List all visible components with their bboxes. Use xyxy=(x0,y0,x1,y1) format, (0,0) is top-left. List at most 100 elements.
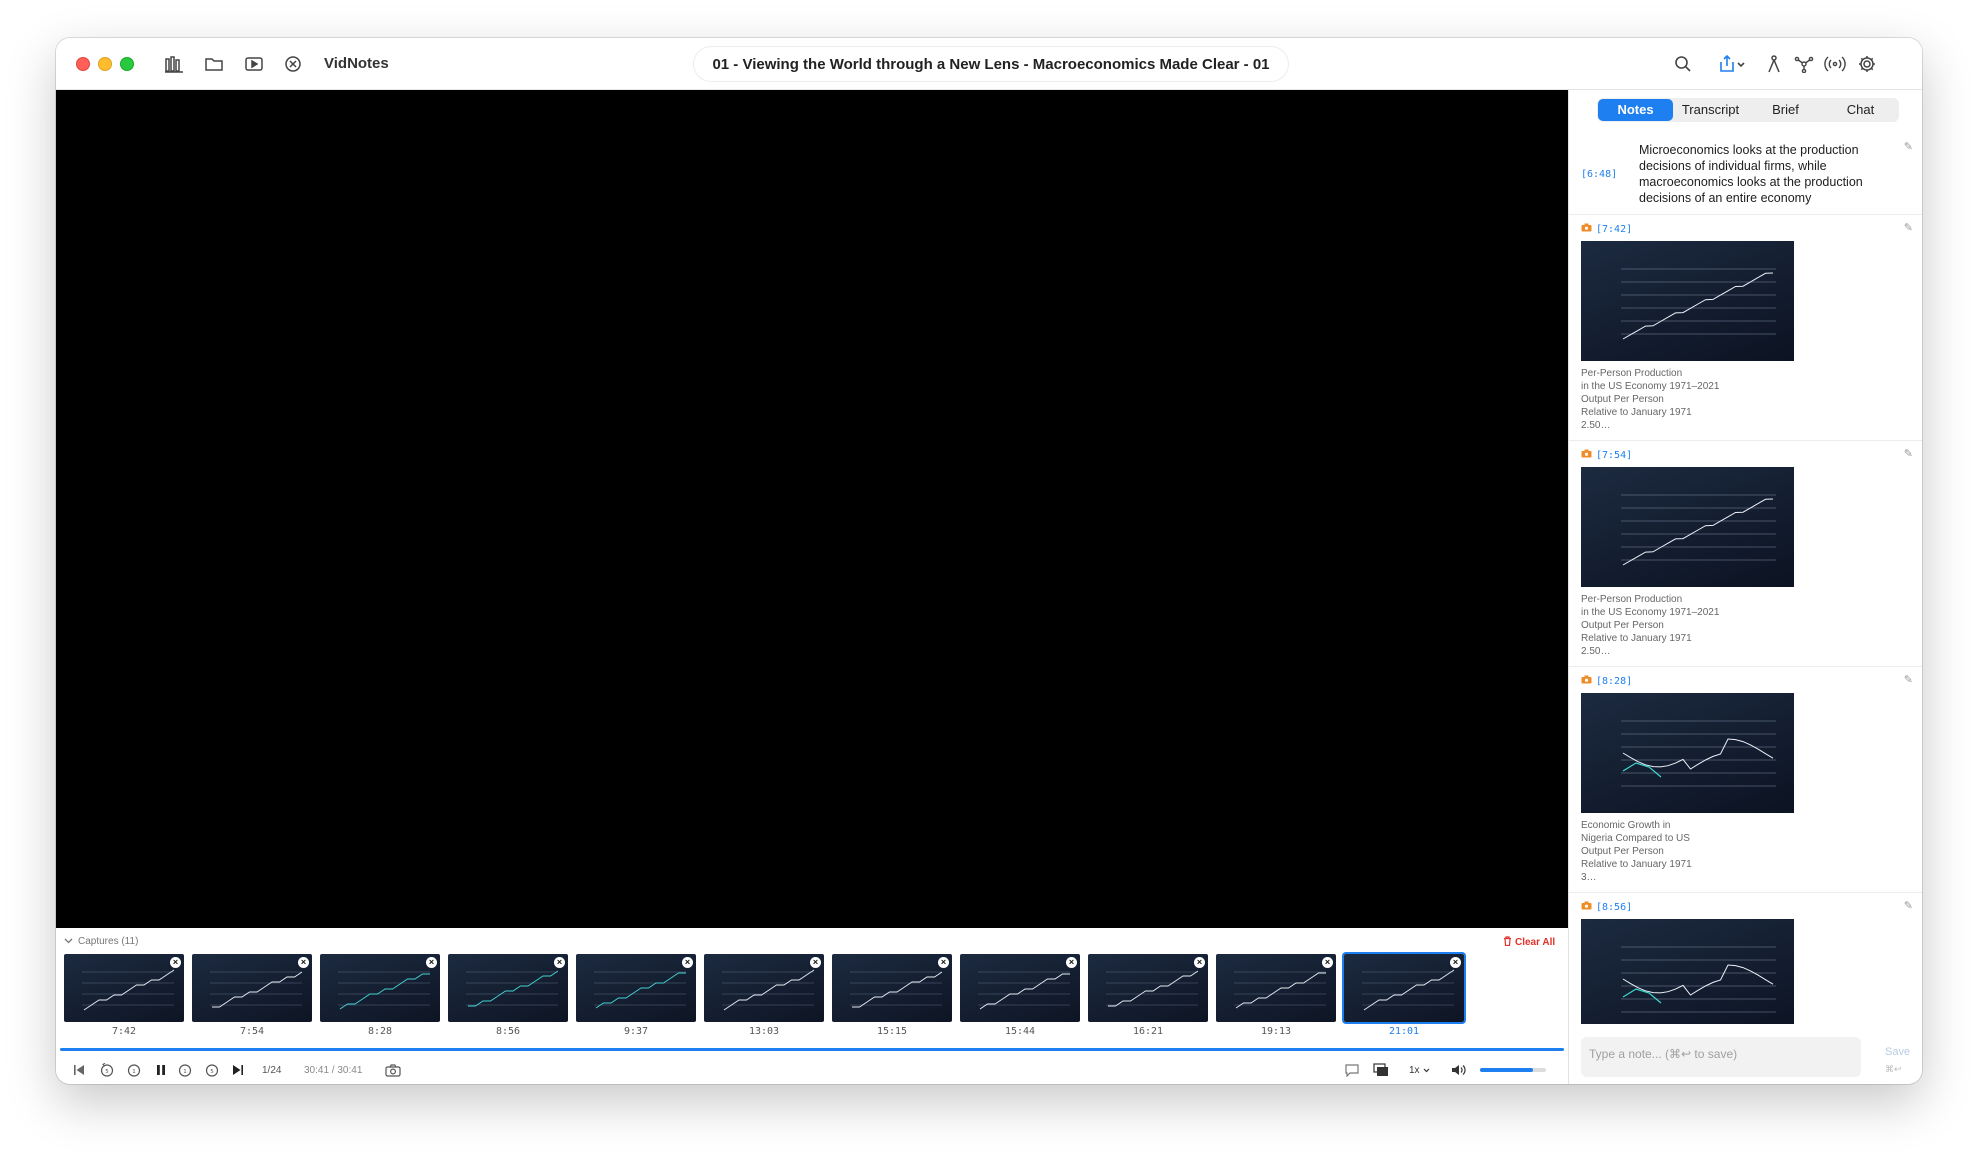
edit-pencil-icon[interactable]: ✎ xyxy=(1904,221,1913,234)
tab-notes[interactable]: Notes xyxy=(1598,99,1673,121)
note-timestamp-row[interactable]: [7:42] xyxy=(1581,223,1911,235)
volume-icon[interactable] xyxy=(1450,1062,1468,1078)
forward-icon[interactable]: 5 xyxy=(204,1062,220,1078)
tab-brief[interactable]: Brief xyxy=(1748,99,1823,121)
capture-time: 8:56 xyxy=(495,1026,521,1037)
edit-pencil-icon[interactable]: ✎ xyxy=(1904,673,1913,686)
video-icon[interactable] xyxy=(243,53,265,75)
capture-item[interactable]: × 15:15 xyxy=(832,954,952,1037)
note-screenshot[interactable] xyxy=(1581,467,1794,587)
capture-thumbnail[interactable]: × xyxy=(1344,954,1464,1022)
save-button[interactable]: Save xyxy=(1885,1046,1910,1058)
folder-icon[interactable] xyxy=(203,53,225,75)
capture-chart-preview xyxy=(978,971,1070,1010)
note-item[interactable]: ✎ [7:54] Per-Person Production in the US Ec… xyxy=(1569,441,1922,667)
close-circle-icon[interactable] xyxy=(282,53,304,75)
remove-capture-icon[interactable]: × xyxy=(1322,957,1333,968)
capture-thumbnail[interactable]: × xyxy=(192,954,312,1022)
svg-text:1: 1 xyxy=(183,1069,187,1075)
capture-thumbnail[interactable]: × xyxy=(320,954,440,1022)
capture-thumbnail[interactable]: × xyxy=(832,954,952,1022)
camera-icon[interactable] xyxy=(384,1062,402,1078)
note-input[interactable]: Type a note... (⌘↩ to save) xyxy=(1581,1037,1861,1077)
capture-thumbnail[interactable]: × xyxy=(448,954,568,1022)
capture-thumbnail[interactable]: × xyxy=(1088,954,1208,1022)
capture-item[interactable]: × 8:28 xyxy=(320,954,440,1037)
capture-item[interactable]: × 8:56 xyxy=(448,954,568,1037)
remove-capture-icon[interactable]: × xyxy=(298,957,309,968)
compass-icon[interactable] xyxy=(1763,53,1785,75)
capture-item[interactable]: × 19:13 xyxy=(1216,954,1336,1037)
rewind-short-icon[interactable]: 1 xyxy=(126,1062,142,1078)
capture-item[interactable]: × 13:03 xyxy=(704,954,824,1037)
remove-capture-icon[interactable]: × xyxy=(1066,957,1077,968)
capture-thumbnail[interactable]: × xyxy=(64,954,184,1022)
capture-item[interactable]: × 21:01 xyxy=(1344,954,1464,1037)
tab-transcript[interactable]: Transcript xyxy=(1673,99,1748,121)
remove-capture-icon[interactable]: × xyxy=(810,957,821,968)
broadcast-icon[interactable] xyxy=(1824,53,1846,75)
remove-capture-icon[interactable]: × xyxy=(1450,957,1461,968)
edit-pencil-icon[interactable]: ✎ xyxy=(1904,447,1913,460)
note-item[interactable]: ✎ [6:48] Microeconomics looks at the produ… xyxy=(1569,134,1922,215)
capture-thumbnail[interactable]: × xyxy=(704,954,824,1022)
sidebar-tabs: Notes Transcript Brief Chat xyxy=(1597,98,1899,122)
note-item[interactable]: ✎ [7:42] Per-Person Production in the US Ec… xyxy=(1569,215,1922,441)
note-screenshot[interactable] xyxy=(1581,241,1794,361)
note-timestamp-row[interactable]: [7:54] xyxy=(1581,449,1911,461)
search-icon[interactable] xyxy=(1672,53,1694,75)
network-icon[interactable] xyxy=(1793,53,1815,75)
capture-item[interactable]: × 7:54 xyxy=(192,954,312,1037)
note-screenshot[interactable] xyxy=(1581,693,1794,813)
subtitles-icon[interactable] xyxy=(1343,1062,1361,1078)
minimize-window-button[interactable] xyxy=(98,57,112,71)
capture-item[interactable]: × 15:44 xyxy=(960,954,1080,1037)
note-timestamp-row[interactable]: [8:28] xyxy=(1581,675,1911,687)
remove-capture-icon[interactable]: × xyxy=(170,957,181,968)
edit-pencil-icon[interactable]: ✎ xyxy=(1904,140,1913,153)
note-item[interactable]: ✎ [8:28] Economic Growth in Nigeria Compare… xyxy=(1569,667,1922,893)
skip-forward-icon[interactable] xyxy=(231,1062,245,1078)
note-screenshot[interactable] xyxy=(1581,919,1794,1024)
zoom-window-button[interactable] xyxy=(120,57,134,71)
remove-capture-icon[interactable]: × xyxy=(1194,957,1205,968)
close-window-button[interactable] xyxy=(76,57,90,71)
speed-selector[interactable]: 1x xyxy=(1409,1062,1430,1078)
capture-thumbnail[interactable]: × xyxy=(576,954,696,1022)
captures-count: Captures (11) xyxy=(78,936,139,947)
share-icon[interactable] xyxy=(1716,53,1750,75)
forward-short-icon[interactable]: 1 xyxy=(177,1062,193,1078)
note-timestamp[interactable]: [6:48] xyxy=(1581,142,1627,206)
capture-thumbnail[interactable]: × xyxy=(960,954,1080,1022)
caption-line: Nigeria Compared to US xyxy=(1581,833,1690,844)
capture-thumbnail[interactable]: × xyxy=(1216,954,1336,1022)
library-icon[interactable] xyxy=(163,53,185,75)
capture-time: 8:28 xyxy=(367,1026,393,1037)
capture-chart-preview xyxy=(1234,971,1326,1009)
capture-chart-preview xyxy=(210,971,303,1008)
pause-icon[interactable] xyxy=(154,1062,168,1078)
clear-all-button[interactable]: Clear All xyxy=(1503,936,1555,949)
remove-capture-icon[interactable]: × xyxy=(426,957,437,968)
capture-item[interactable]: × 7:42 xyxy=(64,954,184,1037)
volume-slider[interactable] xyxy=(1480,1068,1546,1072)
rewind-icon[interactable]: 5 xyxy=(99,1062,115,1078)
playback-progress-bar[interactable] xyxy=(60,1048,1564,1051)
caption-line: Economic Growth in xyxy=(1581,820,1671,831)
note-item[interactable]: ✎[8:56]Economic Growth in xyxy=(1569,893,1922,1024)
pip-icon[interactable] xyxy=(1372,1062,1390,1078)
skip-back-icon[interactable] xyxy=(72,1062,86,1078)
capture-time: 13:03 xyxy=(748,1026,780,1037)
remove-capture-icon[interactable]: × xyxy=(938,957,949,968)
remove-capture-icon[interactable]: × xyxy=(682,957,693,968)
capture-chart-preview xyxy=(594,971,686,1009)
gear-icon[interactable] xyxy=(1856,53,1878,75)
capture-item[interactable]: × 9:37 xyxy=(576,954,696,1037)
edit-pencil-icon[interactable]: ✎ xyxy=(1904,899,1913,912)
remove-capture-icon[interactable]: × xyxy=(554,957,565,968)
video-player[interactable] xyxy=(56,90,1568,928)
captures-header[interactable]: Captures (11) xyxy=(64,936,138,947)
note-timestamp-row[interactable]: [8:56] xyxy=(1581,901,1911,913)
capture-item[interactable]: × 16:21 xyxy=(1088,954,1208,1037)
tab-chat[interactable]: Chat xyxy=(1823,99,1898,121)
